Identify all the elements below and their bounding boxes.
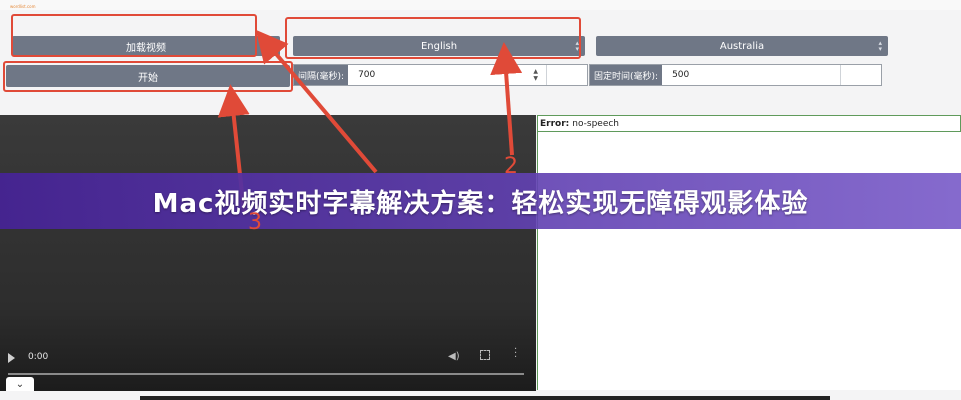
more-options-icon[interactable]: · · · xyxy=(514,345,517,363)
play-icon[interactable] xyxy=(8,353,15,363)
interval-field: 间隔(毫秒): 700 ▲ ▼ xyxy=(293,64,588,86)
region-select-value: Australia xyxy=(719,40,765,52)
stepper-icon[interactable]: ▲ ▼ xyxy=(533,68,538,82)
interval-value: 700 xyxy=(358,70,376,80)
highlight-box-start xyxy=(3,61,293,92)
select-arrows-icon: ▴ ▾ xyxy=(878,39,882,53)
video-progress-bar[interactable] xyxy=(8,373,524,375)
chevron-down-icon: ⌄ xyxy=(15,378,25,390)
annotation-number-3: 3 xyxy=(248,210,262,235)
bottom-bar xyxy=(140,396,830,400)
fixed-time-value: 500 xyxy=(672,70,690,80)
highlight-box-language xyxy=(285,17,581,59)
fixed-time-label: 固定时间(毫秒): xyxy=(590,65,663,85)
error-label: Error: xyxy=(540,118,570,129)
video-controls: 0:00 ◀) · · · xyxy=(0,343,536,391)
volume-icon[interactable]: ◀) xyxy=(448,351,460,362)
error-message: no-speech xyxy=(572,118,620,129)
fixed-time-field-addon xyxy=(840,65,881,85)
interval-input[interactable]: 700 ▲ ▼ xyxy=(348,65,546,85)
interval-field-addon xyxy=(546,65,587,85)
interval-label: 间隔(毫秒): xyxy=(294,65,349,85)
error-panel: Error: no-speech xyxy=(537,115,961,132)
video-time: 0:00 xyxy=(28,352,49,362)
fixed-time-input[interactable]: 500 xyxy=(662,65,840,85)
fullscreen-icon[interactable] xyxy=(480,350,490,360)
collapse-tab[interactable]: ⌄ xyxy=(6,377,34,391)
subtitle-output-area xyxy=(537,132,961,390)
site-logo: wordlist.com xyxy=(10,4,36,9)
highlight-box-load xyxy=(11,14,257,57)
video-player[interactable]: 0:00 ◀) · · · xyxy=(0,115,536,391)
fixed-time-field: 固定时间(毫秒): 500 xyxy=(589,64,882,86)
title-banner: Mac视频实时字幕解决方案：轻松实现无障碍观影体验 xyxy=(0,173,961,229)
top-strip xyxy=(0,0,961,10)
region-select[interactable]: Australia ▴ ▾ xyxy=(596,36,888,56)
